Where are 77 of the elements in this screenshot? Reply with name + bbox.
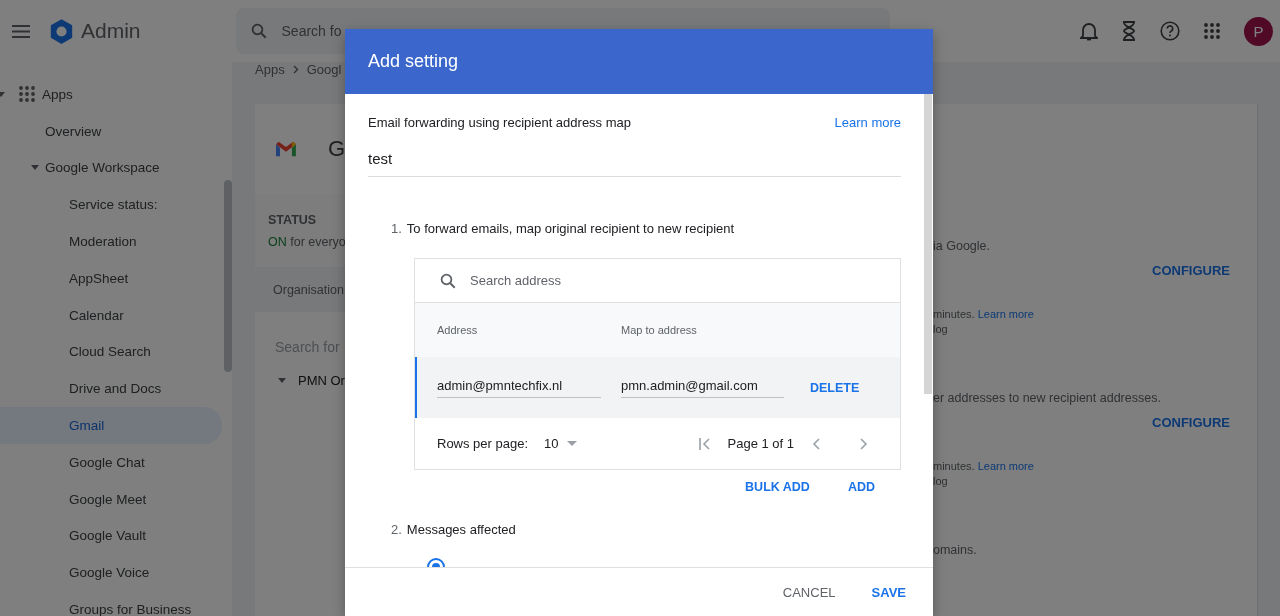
setting-description: ia Google. bbox=[933, 239, 991, 253]
cancel-button[interactable]: CANCEL bbox=[782, 584, 836, 600]
breadcrumb-link[interactable]: Googl bbox=[306, 62, 342, 77]
rows-per-page-label: Rows per page: bbox=[437, 436, 529, 451]
org-tab[interactable]: Organisation bbox=[255, 267, 345, 312]
configure-button[interactable]: CONFIGURE bbox=[1152, 263, 1230, 278]
app-title: Admin bbox=[81, 19, 141, 43]
sidebar-item[interactable]: Google Chat bbox=[69, 454, 145, 470]
apps-grid-icon[interactable] bbox=[1204, 23, 1220, 39]
learn-more-link[interactable]: Learn more bbox=[834, 115, 901, 130]
sidebar-item[interactable]: Moderation bbox=[69, 234, 137, 250]
search-field[interactable]: Search address bbox=[470, 273, 562, 288]
scrollbar[interactable] bbox=[924, 94, 932, 394]
table-row[interactable]: admin@pmntechfix.nl pmn.admin@gmail.com DELETE bbox=[415, 357, 900, 418]
caret-icon[interactable] bbox=[0, 91, 5, 97]
status-label: STATUS bbox=[268, 212, 318, 227]
hourglass-icon[interactable] bbox=[1122, 21, 1136, 41]
step-text: To forward emails, map original recipient to new recipient bbox=[406, 221, 735, 236]
sidebar-item[interactable]: AppSheet bbox=[69, 270, 129, 286]
bell-icon[interactable] bbox=[1080, 21, 1098, 41]
caret-icon bbox=[566, 441, 577, 446]
sidebar-item[interactable]: Drive and Docs bbox=[69, 381, 162, 397]
setting-note: log bbox=[933, 323, 949, 335]
menu-icon[interactable] bbox=[12, 24, 30, 38]
sidebar-item-highlight[interactable]: Gmail bbox=[0, 407, 222, 444]
help-icon[interactable] bbox=[1160, 21, 1180, 41]
step-text: Messages affected bbox=[406, 522, 516, 537]
sidebar-item[interactable]: Overview bbox=[45, 123, 102, 139]
previous-page-icon[interactable] bbox=[812, 437, 821, 450]
setting-description: omains. bbox=[933, 543, 978, 557]
address-field[interactable]: pmn.admin@gmail.com bbox=[621, 377, 784, 398]
name-field[interactable]: test bbox=[368, 150, 901, 177]
delete-button[interactable]: DELETE bbox=[810, 380, 860, 395]
org-unit[interactable]: PMN Or bbox=[298, 373, 345, 388]
caret-icon[interactable] bbox=[278, 378, 286, 383]
configure-button[interactable]: CONFIGURE bbox=[1152, 415, 1230, 430]
next-page-icon[interactable] bbox=[860, 437, 869, 450]
setting-description: er addresses to new recipient addresses. bbox=[933, 391, 1162, 405]
setting-note: minutes. Learn more bbox=[933, 460, 1035, 472]
sidebar-item[interactable]: Google Voice bbox=[69, 565, 150, 581]
setting-note: minutes. Learn more bbox=[933, 308, 1035, 320]
add-button[interactable]: ADD bbox=[847, 480, 875, 494]
column-header: Address bbox=[437, 324, 479, 336]
apps-grid-icon bbox=[19, 86, 35, 103]
breadcrumb-link[interactable]: Apps bbox=[255, 62, 285, 77]
rows-per-page-dropdown[interactable]: 10 bbox=[544, 436, 577, 451]
search-icon bbox=[249, 22, 268, 40]
sidebar-item[interactable]: Google Workspace bbox=[45, 160, 160, 176]
sidebar-item[interactable]: Service status: bbox=[69, 197, 158, 213]
scrollbar[interactable] bbox=[224, 180, 232, 372]
setting-name: Email forwarding using recipient address map bbox=[368, 115, 631, 130]
sidebar-item[interactable]: Google Vault bbox=[69, 528, 147, 544]
sidebar-item[interactable]: Groups for Business bbox=[69, 602, 192, 616]
app-title: G bbox=[327, 136, 345, 162]
caret-icon[interactable] bbox=[31, 165, 39, 171]
add-button[interactable]: BULK ADD bbox=[745, 480, 810, 494]
sidebar-item[interactable]: Apps bbox=[42, 86, 73, 102]
avatar[interactable]: P bbox=[1244, 16, 1273, 46]
chevron-icon bbox=[292, 65, 299, 74]
sidebar-item[interactable]: Cloud Search bbox=[69, 344, 151, 360]
column-header: Map to address bbox=[621, 324, 697, 336]
dialog-title: Add setting bbox=[368, 51, 459, 72]
save-button[interactable]: SAVE bbox=[871, 584, 906, 600]
setting-note: log bbox=[933, 475, 949, 487]
sidebar-item[interactable]: Gmail bbox=[69, 418, 105, 434]
learn-more-link[interactable]: Learn more bbox=[977, 460, 1034, 472]
search-icon bbox=[439, 271, 457, 290]
sidebar-item[interactable]: Calendar bbox=[69, 307, 124, 323]
step-number: 2. bbox=[391, 522, 402, 537]
step-number: 1. bbox=[391, 221, 402, 236]
address-field[interactable]: admin@pmntechfix.nl bbox=[437, 377, 601, 398]
page-label: Page 1 of 1 bbox=[727, 436, 795, 451]
first-page-icon[interactable] bbox=[698, 437, 711, 450]
status-value: ON for everyo bbox=[268, 234, 345, 249]
sidebar-item[interactable]: Google Meet bbox=[69, 491, 147, 507]
admin-logo-icon bbox=[48, 17, 75, 45]
learn-more-link[interactable]: Learn more bbox=[977, 308, 1034, 320]
